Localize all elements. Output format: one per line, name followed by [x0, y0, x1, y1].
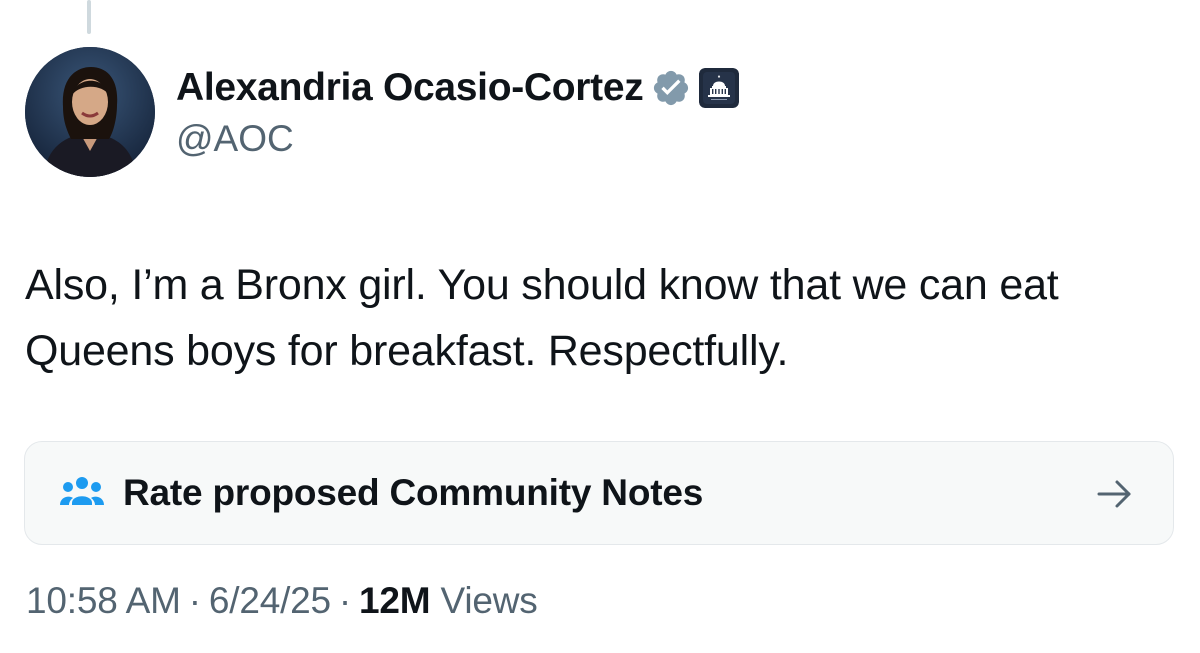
- tweet-header: Alexandria Ocasio-Cortez @AOC: [176, 62, 740, 160]
- avatar[interactable]: [25, 47, 155, 177]
- tweet-text: Also, I’m a Bronx girl. You should know …: [25, 261, 1059, 375]
- us-capitol-icon[interactable]: [699, 68, 740, 108]
- arrow-right-icon: [1095, 474, 1135, 514]
- thread-connector-line: [87, 0, 91, 34]
- views-count: 12M: [359, 580, 431, 621]
- separator-dot: ·: [188, 580, 201, 621]
- tweet-metadata: 10:58 AM · 6/24/25 · 12M Views: [26, 580, 538, 622]
- name-row: Alexandria Ocasio-Cortez: [176, 62, 740, 114]
- people-icon: [59, 473, 105, 513]
- author-display-name[interactable]: Alexandria Ocasio-Cortez: [176, 66, 644, 110]
- tweet-time[interactable]: 10:58 AM: [26, 580, 181, 621]
- author-handle[interactable]: @AOC: [176, 118, 739, 160]
- avatar-image: [25, 47, 155, 177]
- rate-community-notes-button[interactable]: Rate proposed Community Notes: [24, 441, 1174, 545]
- views-label: Views: [440, 580, 538, 621]
- separator-dot: ·: [338, 580, 352, 621]
- verified-badge-icon[interactable]: [651, 68, 691, 108]
- tweet-date[interactable]: 6/24/25: [209, 580, 331, 621]
- community-notes-label: Rate proposed Community Notes: [123, 472, 704, 513]
